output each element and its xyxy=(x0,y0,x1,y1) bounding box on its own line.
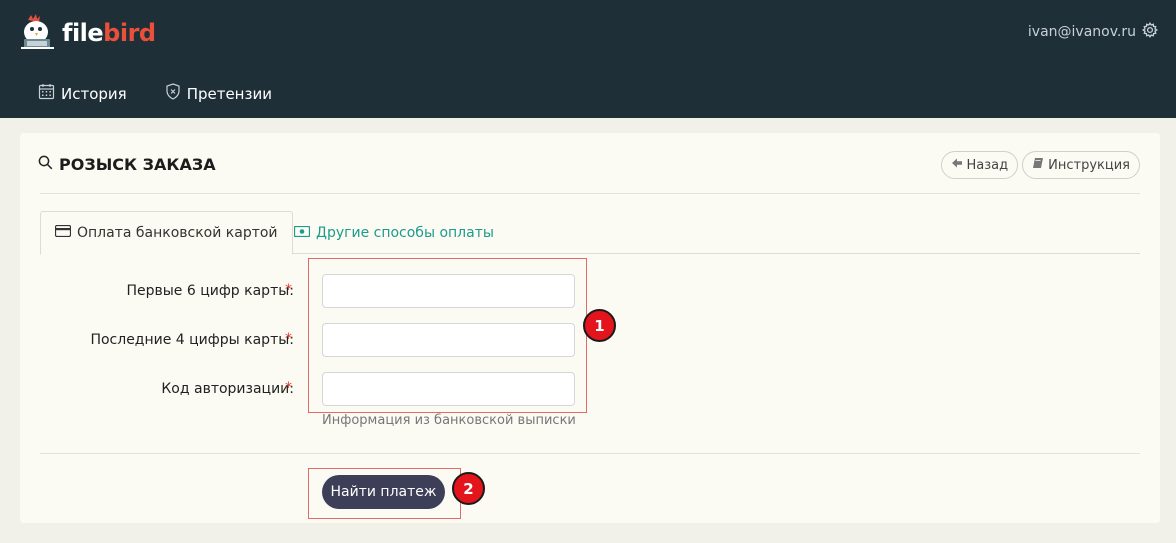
user-menu[interactable]: ivan@ivanov.ru xyxy=(1028,22,1158,42)
book-icon xyxy=(1032,157,1044,173)
tab-bank-card[interactable]: Оплата банковской картой xyxy=(40,211,293,255)
nav-item-claims-label: Претензии xyxy=(186,84,272,103)
logo-text-file: file xyxy=(62,19,104,47)
calendar-icon xyxy=(38,83,55,104)
hint-text: Информация из банковской выписки xyxy=(322,413,576,428)
annotation-badge-1: 1 xyxy=(583,309,616,342)
form-row-first6: Первые 6 цифр карты: * xyxy=(20,274,1160,308)
form-row-auth-code: Код авторизации: * xyxy=(20,372,1160,406)
gear-icon[interactable] xyxy=(1142,22,1158,42)
logo-text: filebird xyxy=(62,19,156,47)
credit-card-icon xyxy=(54,224,72,241)
auth-code-label: Код авторизации: xyxy=(161,381,294,397)
guide-button[interactable]: Инструкция xyxy=(1022,151,1140,179)
nav-item-claims[interactable]: Претензии xyxy=(165,83,272,104)
tab-other-methods-label: Другие способы оплаты xyxy=(316,224,494,241)
required-marker: * xyxy=(285,380,292,396)
tab-other-methods[interactable]: Другие способы оплаты xyxy=(280,211,508,254)
header-buttons: Назад Инструкция xyxy=(940,151,1140,179)
divider xyxy=(40,193,1140,194)
first6-label: Первые 6 цифр карты: xyxy=(126,283,294,299)
logo[interactable]: filebird xyxy=(18,14,156,52)
nav-item-history-label: История xyxy=(61,84,127,103)
divider xyxy=(40,453,1140,454)
page-title: РОЗЫСК ЗАКАЗА xyxy=(38,155,216,174)
logo-text-bird: bird xyxy=(103,19,156,47)
shield-icon xyxy=(165,83,181,104)
required-marker: * xyxy=(285,282,292,298)
required-marker: * xyxy=(285,331,292,347)
annotation-box-1 xyxy=(308,258,587,413)
order-search-card: РОЗЫСК ЗАКАЗА Назад Инструкция Оплата ба… xyxy=(20,133,1160,523)
back-button[interactable]: Назад xyxy=(940,151,1019,179)
cash-icon xyxy=(293,225,311,241)
annotation-box-2 xyxy=(308,468,461,519)
payment-tabs: Оплата банковской картой Другие способы … xyxy=(40,211,1140,255)
tab-bank-card-label: Оплата банковской картой xyxy=(77,225,278,241)
top-bar: filebird ivan@ivanov.ru История Претензи… xyxy=(0,0,1176,118)
main-nav: История Претензии xyxy=(38,83,272,104)
nav-item-history[interactable]: История xyxy=(38,83,127,104)
user-email[interactable]: ivan@ivanov.ru xyxy=(1028,24,1136,40)
back-button-label: Назад xyxy=(966,157,1009,173)
bird-logo-icon xyxy=(18,14,58,52)
guide-button-label: Инструкция xyxy=(1048,157,1130,173)
page-title-text: РОЗЫСК ЗАКАЗА xyxy=(59,155,216,174)
arrow-left-icon xyxy=(951,157,963,173)
annotation-badge-2: 2 xyxy=(452,472,485,505)
search-icon xyxy=(38,155,53,174)
last4-label: Последние 4 цифры карты: xyxy=(90,332,294,348)
